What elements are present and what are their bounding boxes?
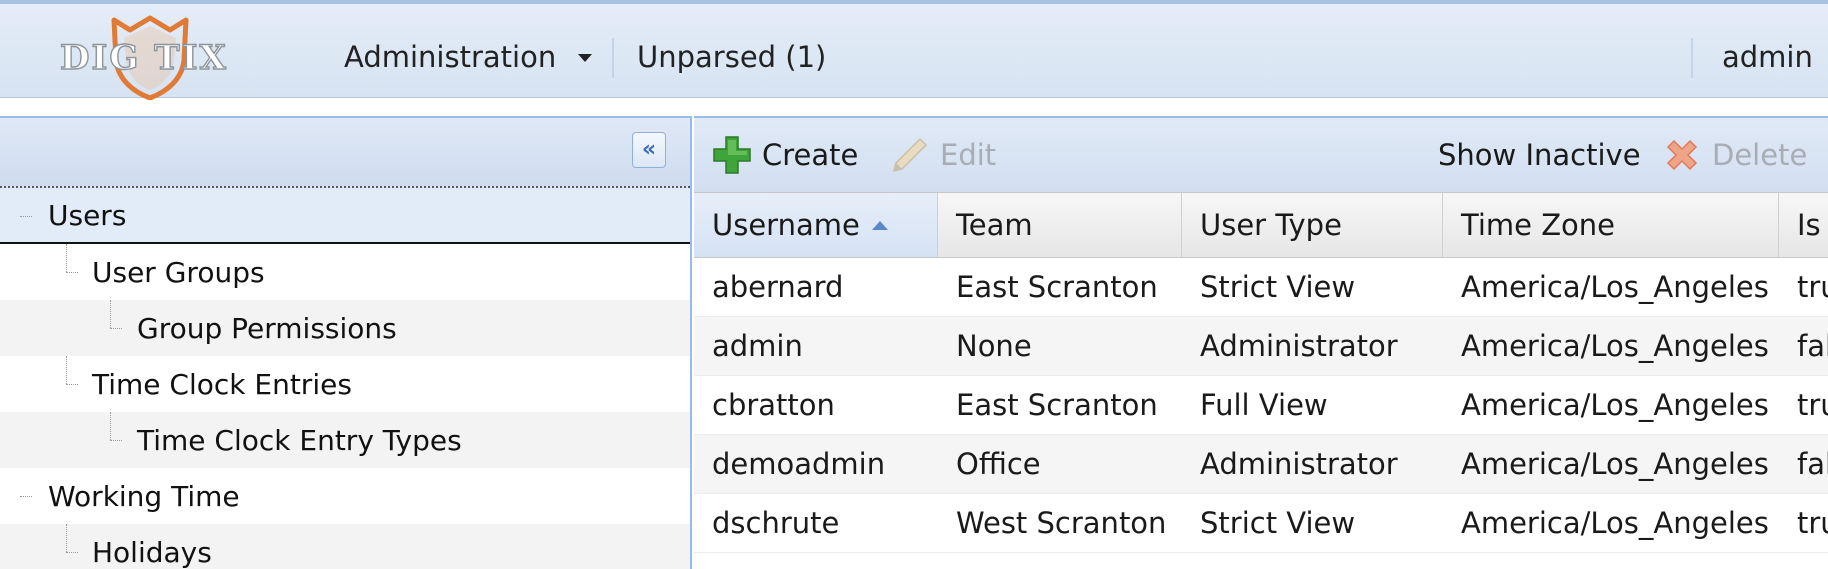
tree-connector <box>110 440 122 441</box>
cell-team: West Scranton <box>956 506 1167 540</box>
cell-time-zone: America/Los_Angeles <box>1461 329 1769 363</box>
collapse-panel-button[interactable]: « <box>632 132 666 168</box>
column-header-user-type[interactable]: User Type <box>1182 193 1443 257</box>
column-header-label: Team <box>956 208 1033 242</box>
cell-user-type: Full View <box>1200 388 1328 422</box>
plus-icon <box>713 136 751 174</box>
chevron-down-icon <box>578 54 593 62</box>
tree-connector <box>66 552 78 553</box>
column-header-team[interactable]: Team <box>938 193 1182 257</box>
column-header-label: Username <box>712 208 860 242</box>
delete-button-label: Delete <box>1712 138 1808 172</box>
column-header-time-zone[interactable]: Time Zone <box>1443 193 1779 257</box>
app-logo[interactable]: DIG TIX <box>59 14 235 104</box>
edit-button[interactable]: Edit <box>890 132 996 178</box>
tree-connector <box>110 328 122 329</box>
grid-toolbar: Create Edit Show Inactive Delete <box>694 116 1828 192</box>
cell-time-zone: America/Los_Angeles <box>1461 506 1769 540</box>
show-inactive-label: Show Inactive <box>1438 138 1641 172</box>
users-grid-panel: Create Edit Show Inactive Delete Usernam… <box>694 116 1828 569</box>
cell-team: Office <box>956 447 1041 481</box>
cell-username: abernard <box>712 270 844 304</box>
cell-user-type: Strict View <box>1200 506 1356 540</box>
tree-connector <box>66 244 67 272</box>
grid-column-header: Username Team User Type Time Zone Is <box>694 192 1828 258</box>
unparsed-link[interactable]: Unparsed (1) <box>637 40 826 74</box>
create-button-label: Create <box>762 138 859 172</box>
admin-tree-panel: « Users User Groups Group Permissions Ti… <box>0 116 692 569</box>
table-row[interactable]: cbratton East Scranton Full View America… <box>694 376 1828 435</box>
tree-item-holidays[interactable]: Holidays <box>0 524 690 569</box>
cell-is: tru <box>1797 388 1828 422</box>
tree-connector <box>110 412 111 440</box>
cell-is: tru <box>1797 270 1828 304</box>
create-button[interactable]: Create <box>712 132 858 178</box>
header-divider <box>612 38 614 78</box>
cell-time-zone: America/Los_Angeles <box>1461 270 1769 304</box>
cell-username: dschrute <box>712 506 840 540</box>
cell-username: cbratton <box>712 388 835 422</box>
table-row[interactable]: demoadmin Office Administrator America/L… <box>694 435 1828 494</box>
tree-item-label: Holidays <box>92 535 212 569</box>
cell-user-type: Administrator <box>1200 329 1398 363</box>
tree-connector <box>66 384 78 385</box>
tree-panel-header: « <box>0 116 690 188</box>
cell-username: admin <box>712 329 803 363</box>
cell-user-type: Administrator <box>1200 447 1398 481</box>
cell-is: fal <box>1797 329 1828 363</box>
show-inactive-button[interactable]: Show Inactive <box>1438 132 1641 178</box>
tree-item-user-groups[interactable]: User Groups <box>0 244 690 300</box>
tree-item-label: Time Clock Entry Types <box>137 423 462 457</box>
pencil-icon <box>892 137 928 173</box>
tree-item-time-clock-entries[interactable]: Time Clock Entries <box>0 356 690 412</box>
column-header-is[interactable]: Is <box>1779 193 1828 257</box>
tree-item-group-permissions[interactable]: Group Permissions <box>0 300 690 356</box>
cell-time-zone: America/Los_Angeles <box>1461 447 1769 481</box>
tree-connector <box>110 300 111 328</box>
tree-item-label: Time Clock Entries <box>92 367 352 401</box>
cell-username: demoadmin <box>712 447 886 481</box>
delete-x-icon <box>1666 139 1698 171</box>
tree-item-users[interactable]: Users <box>0 188 690 244</box>
administration-menu[interactable]: Administration <box>344 40 593 74</box>
cell-is: tru <box>1797 506 1828 540</box>
tree-connector <box>20 496 32 497</box>
delete-button[interactable]: Delete <box>1662 132 1807 178</box>
column-header-username[interactable]: Username <box>694 193 938 257</box>
header-divider <box>1691 38 1693 78</box>
sort-ascending-icon <box>871 220 888 230</box>
table-row[interactable]: dschrute West Scranton Strict View Ameri… <box>694 494 1828 553</box>
cell-team: East Scranton <box>956 388 1158 422</box>
table-row[interactable]: abernard East Scranton Strict View Ameri… <box>694 258 1828 317</box>
tree-item-label: User Groups <box>92 255 265 289</box>
column-header-label: Time Zone <box>1461 208 1616 242</box>
tree-item-label: Users <box>48 198 127 232</box>
tree-connector <box>20 216 32 217</box>
administration-menu-label: Administration <box>344 40 557 74</box>
user-menu[interactable]: admin <box>1722 40 1813 74</box>
tree-connector <box>66 524 67 552</box>
edit-button-label: Edit <box>940 138 997 172</box>
tree-connector <box>66 356 67 384</box>
double-chevron-left-icon: « <box>641 137 657 162</box>
table-row[interactable]: admin None Administrator America/Los_Ang… <box>694 317 1828 376</box>
app-header: DIG TIX Administration Unparsed (1) admi… <box>0 0 1828 100</box>
cell-team: East Scranton <box>956 270 1158 304</box>
tree-connector <box>66 272 78 273</box>
cell-user-type: Strict View <box>1200 270 1356 304</box>
cell-time-zone: America/Los_Angeles <box>1461 388 1769 422</box>
tree-item-time-clock-entry-types[interactable]: Time Clock Entry Types <box>0 412 690 468</box>
tree-item-label: Group Permissions <box>137 311 397 345</box>
column-header-label: Is <box>1797 208 1821 242</box>
cell-team: None <box>956 329 1032 363</box>
column-header-label: User Type <box>1200 208 1342 242</box>
tree-item-working-time[interactable]: Working Time <box>0 468 690 524</box>
logo-text: DIG TIX <box>59 37 228 78</box>
cell-is: fal <box>1797 447 1828 481</box>
tree-item-label: Working Time <box>48 479 240 513</box>
